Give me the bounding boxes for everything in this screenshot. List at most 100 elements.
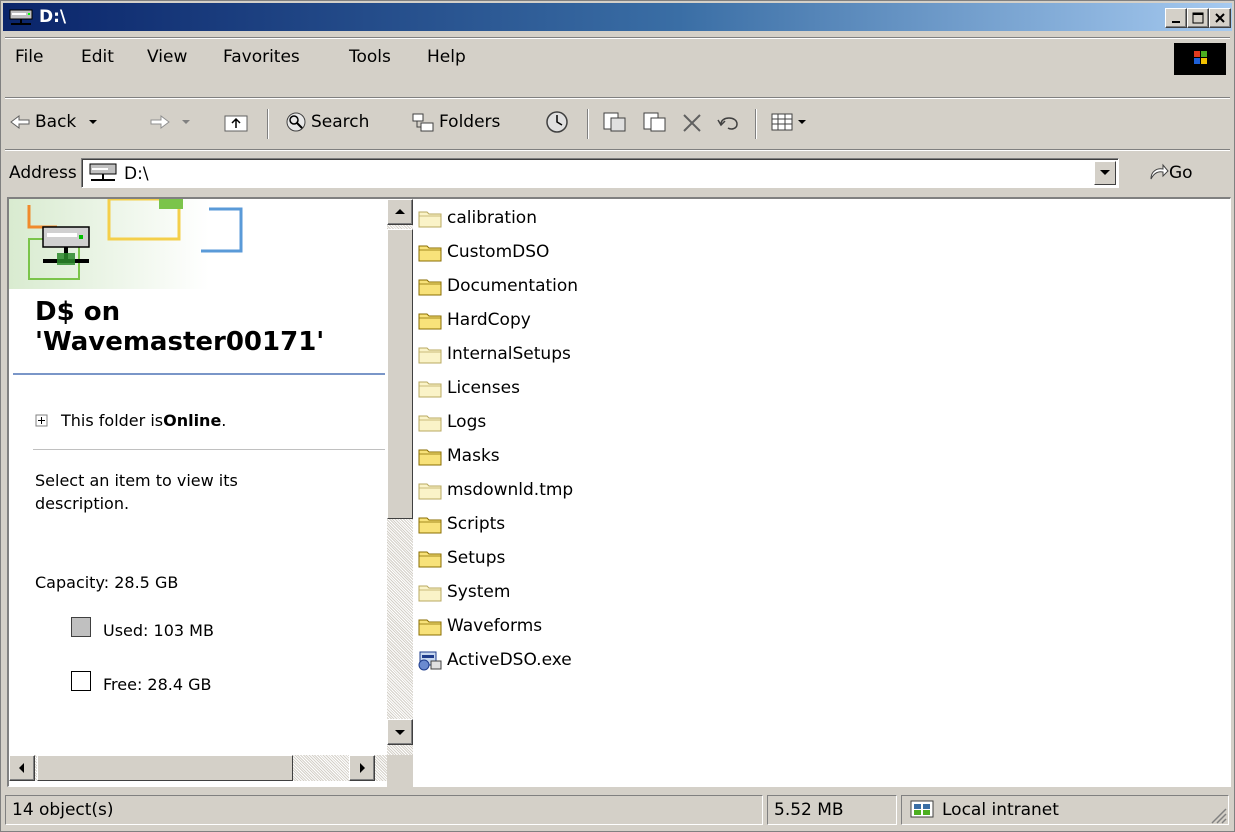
folder-hidden-icon — [418, 211, 442, 228]
divider — [5, 37, 1230, 39]
copy-to-button[interactable] — [641, 105, 669, 139]
expand-plus-icon[interactable] — [35, 414, 49, 428]
close-icon — [1215, 13, 1225, 23]
address-bar: Address D:\ Go — [3, 155, 1232, 191]
drive-title-line1: D$ on — [35, 297, 121, 327]
menu-favorites[interactable]: Favorites — [223, 47, 300, 67]
window-title: D:\ — [39, 7, 67, 27]
forward-button[interactable] — [149, 105, 195, 139]
file-list-item[interactable]: HardCopy — [417, 305, 531, 335]
move-to-icon — [603, 112, 626, 132]
file-list-item[interactable]: Waveforms — [417, 611, 542, 641]
go-arrow-icon — [1150, 163, 1169, 180]
network-drive-icon — [9, 9, 33, 25]
views-button[interactable] — [769, 105, 809, 139]
go-button[interactable]: Go — [1147, 163, 1193, 183]
file-list-item[interactable]: ActiveDSO.exe — [417, 645, 572, 675]
network-drive-icon — [89, 163, 117, 181]
online-status-suffix: . — [221, 411, 227, 430]
close-button[interactable] — [1209, 8, 1231, 28]
copy-to-icon — [643, 112, 666, 132]
divider — [33, 449, 385, 450]
folder-hidden-icon — [418, 415, 442, 432]
move-to-button[interactable] — [601, 105, 629, 139]
object-count: 14 object(s) — [5, 795, 763, 825]
menu-help[interactable]: Help — [427, 47, 466, 67]
chevron-down-icon — [1100, 170, 1110, 175]
scroll-down-button[interactable] — [387, 719, 413, 745]
file-list-item[interactable]: System — [417, 577, 510, 607]
horizontal-scrollbar[interactable] — [9, 755, 387, 781]
security-zone: Local intranet — [901, 795, 1229, 825]
file-name: InternalSetups — [447, 344, 571, 364]
scroll-thumb[interactable] — [387, 229, 413, 519]
free-legend-swatch — [71, 671, 91, 691]
undo-button[interactable] — [715, 105, 743, 139]
file-name: System — [447, 582, 511, 602]
content-area: D$ on 'Wavemaster00171' This folder is O… — [7, 197, 1231, 787]
scroll-right-button[interactable] — [349, 755, 375, 781]
back-button[interactable]: Back — [9, 105, 102, 139]
minimize-button[interactable] — [1165, 8, 1187, 28]
vertical-scrollbar[interactable] — [387, 199, 413, 755]
file-list-item[interactable]: Licenses — [417, 373, 520, 403]
application-icon — [418, 651, 442, 671]
details-pane: D$ on 'Wavemaster00171' This folder is O… — [9, 199, 387, 755]
menu-bar: File Edit View Favorites Tools Help — [3, 41, 1232, 75]
title-bar[interactable]: D:\ — [3, 3, 1232, 31]
search-icon — [286, 112, 306, 132]
resize-grip-icon[interactable] — [1208, 805, 1228, 825]
folders-button[interactable]: Folders — [411, 105, 500, 139]
toolbar: Back Search Folders — [3, 105, 1232, 145]
menu-tools[interactable]: Tools — [349, 47, 391, 67]
folder-icon — [418, 245, 442, 262]
toolbar-divider — [587, 109, 589, 139]
file-list-item[interactable]: Documentation — [417, 271, 578, 301]
up-folder-button[interactable] — [223, 105, 249, 139]
scroll-thumb[interactable] — [37, 755, 293, 781]
folder-hidden-icon — [418, 483, 442, 500]
file-list-item[interactable]: Scripts — [417, 509, 505, 539]
explorer-window: D:\ File Edit View Favorites Tools Help — [0, 0, 1235, 832]
arrow-left-icon — [19, 763, 24, 773]
zone-label: Local intranet — [942, 800, 1059, 820]
folder-hidden-icon — [418, 585, 442, 602]
file-list-item[interactable]: Logs — [417, 407, 486, 437]
file-name: Setups — [447, 548, 506, 568]
file-name: Scripts — [447, 514, 506, 534]
scroll-left-button[interactable] — [9, 755, 35, 781]
file-name: msdownld.tmp — [447, 480, 574, 500]
minimize-icon — [1172, 21, 1180, 23]
address-dropdown-button[interactable] — [1094, 161, 1116, 185]
folder-icon — [418, 517, 442, 534]
history-button[interactable] — [543, 105, 571, 139]
file-list-item[interactable]: InternalSetups — [417, 339, 571, 369]
menu-file[interactable]: File — [15, 47, 43, 67]
file-list-item[interactable]: Masks — [417, 441, 500, 471]
toolbar-divider — [267, 109, 269, 139]
maximize-icon — [1192, 12, 1204, 24]
delete-button[interactable] — [679, 105, 705, 139]
arrow-up-icon — [395, 209, 405, 214]
forward-arrow-icon — [150, 115, 170, 129]
scroll-up-button[interactable] — [387, 199, 413, 225]
capacity-text: Capacity: 28.5 GB — [35, 573, 179, 592]
maximize-button[interactable] — [1187, 8, 1209, 28]
file-list-item[interactable]: Setups — [417, 543, 505, 573]
online-status: This folder is Online. — [35, 411, 226, 430]
folder-icon — [418, 313, 442, 330]
network-drive-icon — [42, 226, 90, 265]
file-name: Waveforms — [447, 616, 543, 636]
address-input[interactable]: D:\ — [81, 158, 1119, 188]
file-list-item[interactable]: msdownld.tmp — [417, 475, 573, 505]
file-list-item[interactable]: CustomDSO — [417, 237, 549, 267]
chevron-down-icon — [798, 120, 806, 124]
file-list-item[interactable]: calibration — [417, 203, 537, 233]
delete-x-icon — [683, 114, 701, 132]
chevron-down-icon — [182, 120, 190, 124]
history-clock-icon — [546, 111, 568, 133]
menu-view[interactable]: View — [147, 47, 187, 67]
search-button[interactable]: Search — [283, 105, 369, 139]
menu-edit[interactable]: Edit — [81, 47, 114, 67]
file-name: Documentation — [447, 276, 579, 296]
